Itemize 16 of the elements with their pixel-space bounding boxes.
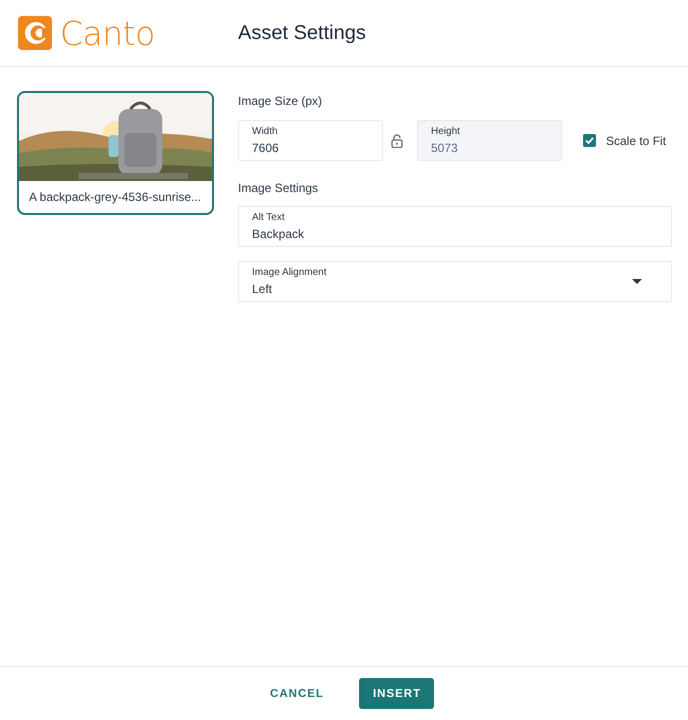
section-label: Image Size (px): [238, 94, 324, 108]
input-field[interactable]: Alt Text Backpack: [238, 206, 672, 247]
insert-button[interactable]: INSERT: [358, 678, 434, 709]
cancel-button[interactable]: CANCEL: [268, 678, 326, 708]
section-label: Image Settings: [238, 181, 320, 195]
checkbox[interactable]: [583, 134, 596, 147]
logo-icon: [18, 16, 52, 50]
logo-text: Canto: [60, 14, 155, 52]
dropdown[interactable]: Image Alignment Left: [238, 261, 672, 302]
dialog-title: Asset Settings: [238, 22, 366, 44]
caret-icon: [632, 279, 642, 284]
asset-card[interactable]: A backpack-grey-4536-sunrise...: [17, 91, 214, 215]
checkbox-label: Scale to Fit: [606, 134, 666, 148]
input-field[interactable]: Width 7606: [238, 120, 383, 161]
lock-icon[interactable]: [391, 134, 403, 148]
asset-name: A backpack-grey-4536-sunrise...: [28, 189, 202, 206]
